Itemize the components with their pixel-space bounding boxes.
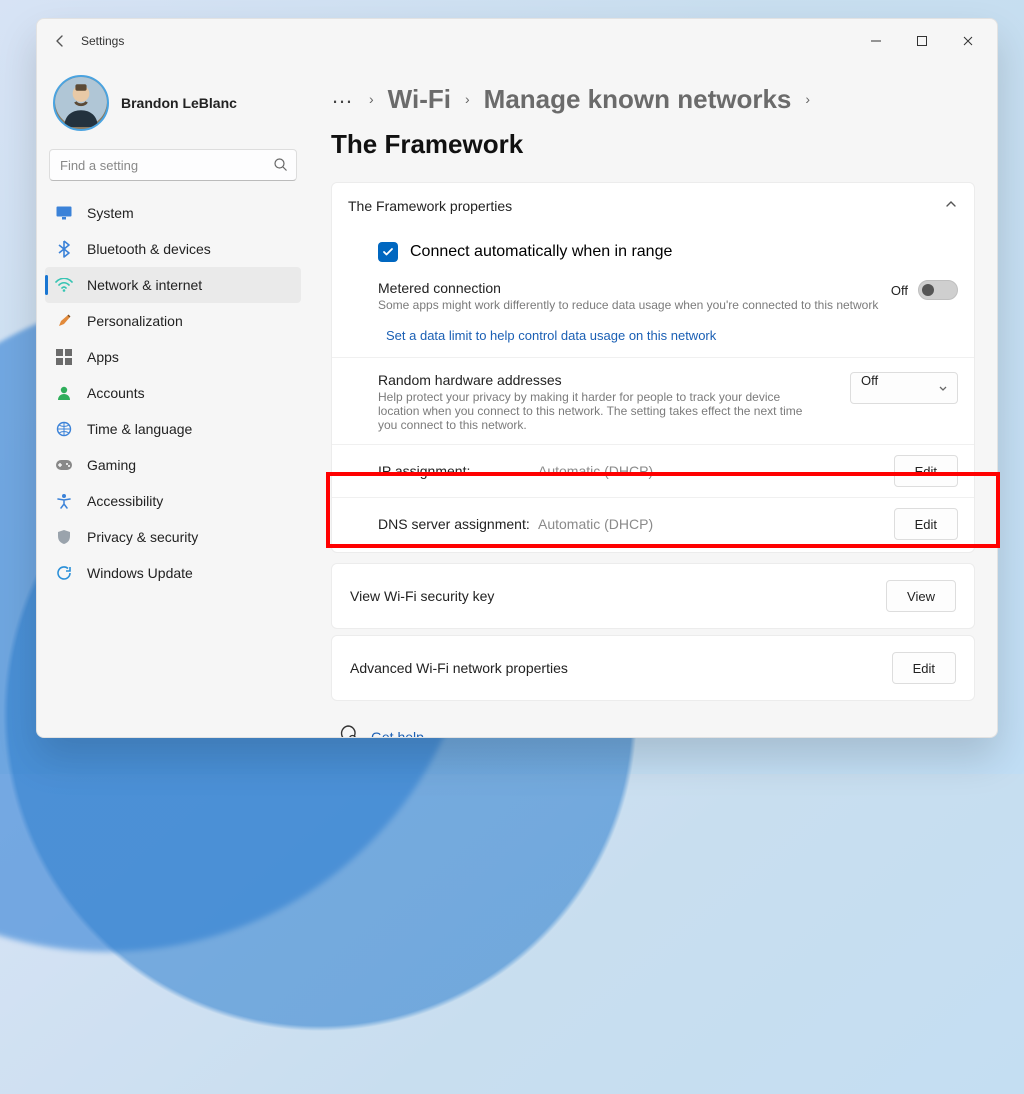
system-icon <box>55 206 73 220</box>
brush-icon <box>55 313 73 329</box>
titlebar: Settings <box>37 19 997 63</box>
advanced-card: Advanced Wi-Fi network properties Edit <box>331 635 975 701</box>
advanced-label: Advanced Wi-Fi network properties <box>350 660 568 676</box>
main-content: … › Wi-Fi › Manage known networks › The … <box>309 63 997 737</box>
sidebar-item-accessibility[interactable]: Accessibility <box>45 483 301 519</box>
random-addresses-row: Random hardware addresses Help protect y… <box>332 358 974 444</box>
sidebar-item-accounts[interactable]: Accounts <box>45 375 301 411</box>
sidebar-item-label: Gaming <box>87 457 136 473</box>
breadcrumb-overflow[interactable]: … <box>331 83 355 115</box>
wifi-icon <box>55 278 73 292</box>
back-button[interactable] <box>43 24 77 58</box>
sidebar-item-label: System <box>87 205 134 221</box>
security-key-label: View Wi-Fi security key <box>350 588 494 604</box>
toggle-switch[interactable] <box>918 280 958 300</box>
breadcrumb: … › Wi-Fi › Manage known networks › The … <box>331 83 975 160</box>
minimize-button[interactable] <box>853 19 899 63</box>
get-help-label: Get help <box>371 729 424 738</box>
data-limit-link[interactable]: Set a data limit to help control data us… <box>332 318 974 357</box>
card-header[interactable]: The Framework properties <box>332 183 974 228</box>
back-arrow-icon <box>52 33 68 49</box>
security-key-card: View Wi-Fi security key View <box>331 563 975 629</box>
sidebar-item-time[interactable]: Time & language <box>45 411 301 447</box>
settings-window: Settings Brandon LeBlanc System <box>36 18 998 738</box>
search-input[interactable] <box>49 149 297 181</box>
dns-row: DNS server assignment: Automatic (DHCP) … <box>332 498 974 550</box>
help-icon <box>339 725 357 737</box>
chevron-down-icon <box>937 382 949 397</box>
sidebar-item-label: Accessibility <box>87 493 163 509</box>
chevron-up-icon <box>944 197 958 214</box>
shield-icon <box>55 529 73 545</box>
random-value: Off <box>861 373 878 388</box>
close-icon <box>962 35 974 47</box>
user-name: Brandon LeBlanc <box>121 95 237 111</box>
sidebar-item-update[interactable]: Windows Update <box>45 555 301 591</box>
ip-label: IP assignment: <box>378 463 538 479</box>
update-icon <box>55 565 73 581</box>
autoconnect-label: Connect automatically when in range <box>410 243 672 261</box>
dns-edit-button[interactable]: Edit <box>894 508 958 540</box>
sidebar-item-label: Personalization <box>87 313 183 329</box>
sidebar-item-label: Time & language <box>87 421 192 437</box>
gaming-icon <box>55 459 73 471</box>
sidebar-item-label: Accounts <box>87 385 145 401</box>
random-sub: Help protect your privacy by making it h… <box>378 390 808 432</box>
metered-row: Metered connection Some apps might work … <box>332 274 974 318</box>
view-key-button[interactable]: View <box>886 580 956 612</box>
ip-row: IP assignment: Automatic (DHCP) Edit <box>332 445 974 497</box>
sidebar-item-label: Windows Update <box>87 565 193 581</box>
sidebar-item-label: Network & internet <box>87 277 202 293</box>
sidebar-item-personalization[interactable]: Personalization <box>45 303 301 339</box>
sidebar-item-label: Apps <box>87 349 119 365</box>
metered-toggle[interactable]: Off <box>891 280 958 300</box>
globe-icon <box>55 421 73 437</box>
metered-state: Off <box>891 283 908 298</box>
avatar <box>53 75 109 131</box>
chevron-right-icon: › <box>369 91 374 107</box>
apps-icon <box>55 349 73 365</box>
metered-sub: Some apps might work differently to redu… <box>378 298 878 312</box>
ip-edit-button[interactable]: Edit <box>894 455 958 487</box>
metered-title: Metered connection <box>378 280 878 296</box>
random-select[interactable]: Off <box>850 372 958 404</box>
accessibility-icon <box>55 493 73 509</box>
get-help-row[interactable]: Get help <box>331 707 975 737</box>
sidebar: Brandon LeBlanc System Bluetooth & devic… <box>37 63 309 737</box>
sidebar-item-network[interactable]: Network & internet <box>45 267 301 303</box>
sidebar-item-gaming[interactable]: Gaming <box>45 447 301 483</box>
sidebar-item-bluetooth[interactable]: Bluetooth & devices <box>45 231 301 267</box>
person-icon <box>55 385 73 401</box>
card-title: The Framework properties <box>348 198 512 214</box>
autoconnect-row[interactable]: Connect automatically when in range <box>332 228 974 274</box>
profile[interactable]: Brandon LeBlanc <box>45 63 301 149</box>
sidebar-item-privacy[interactable]: Privacy & security <box>45 519 301 555</box>
sidebar-item-label: Bluetooth & devices <box>87 241 211 257</box>
random-title: Random hardware addresses <box>378 372 808 388</box>
sidebar-item-system[interactable]: System <box>45 195 301 231</box>
bluetooth-icon <box>55 240 73 258</box>
search-box[interactable] <box>49 149 297 181</box>
dns-label: DNS server assignment: <box>378 516 538 532</box>
sidebar-item-apps[interactable]: Apps <box>45 339 301 375</box>
chevron-right-icon: › <box>465 91 470 107</box>
autoconnect-checkbox[interactable] <box>378 242 398 262</box>
maximize-button[interactable] <box>899 19 945 63</box>
app-title: Settings <box>81 34 124 48</box>
breadcrumb-wifi[interactable]: Wi-Fi <box>388 84 451 115</box>
advanced-edit-button[interactable]: Edit <box>892 652 956 684</box>
breadcrumb-current: The Framework <box>331 129 523 160</box>
close-button[interactable] <box>945 19 991 63</box>
breadcrumb-manage[interactable]: Manage known networks <box>484 84 792 115</box>
sidebar-item-label: Privacy & security <box>87 529 198 545</box>
check-icon <box>382 246 394 258</box>
ip-value: Automatic (DHCP) <box>538 463 653 479</box>
properties-card: The Framework properties Connect automat… <box>331 182 975 553</box>
chevron-right-icon: › <box>805 91 810 107</box>
maximize-icon <box>916 35 928 47</box>
nav: System Bluetooth & devices Network & int… <box>45 195 301 591</box>
minimize-icon <box>870 35 882 47</box>
dns-value: Automatic (DHCP) <box>538 516 653 532</box>
